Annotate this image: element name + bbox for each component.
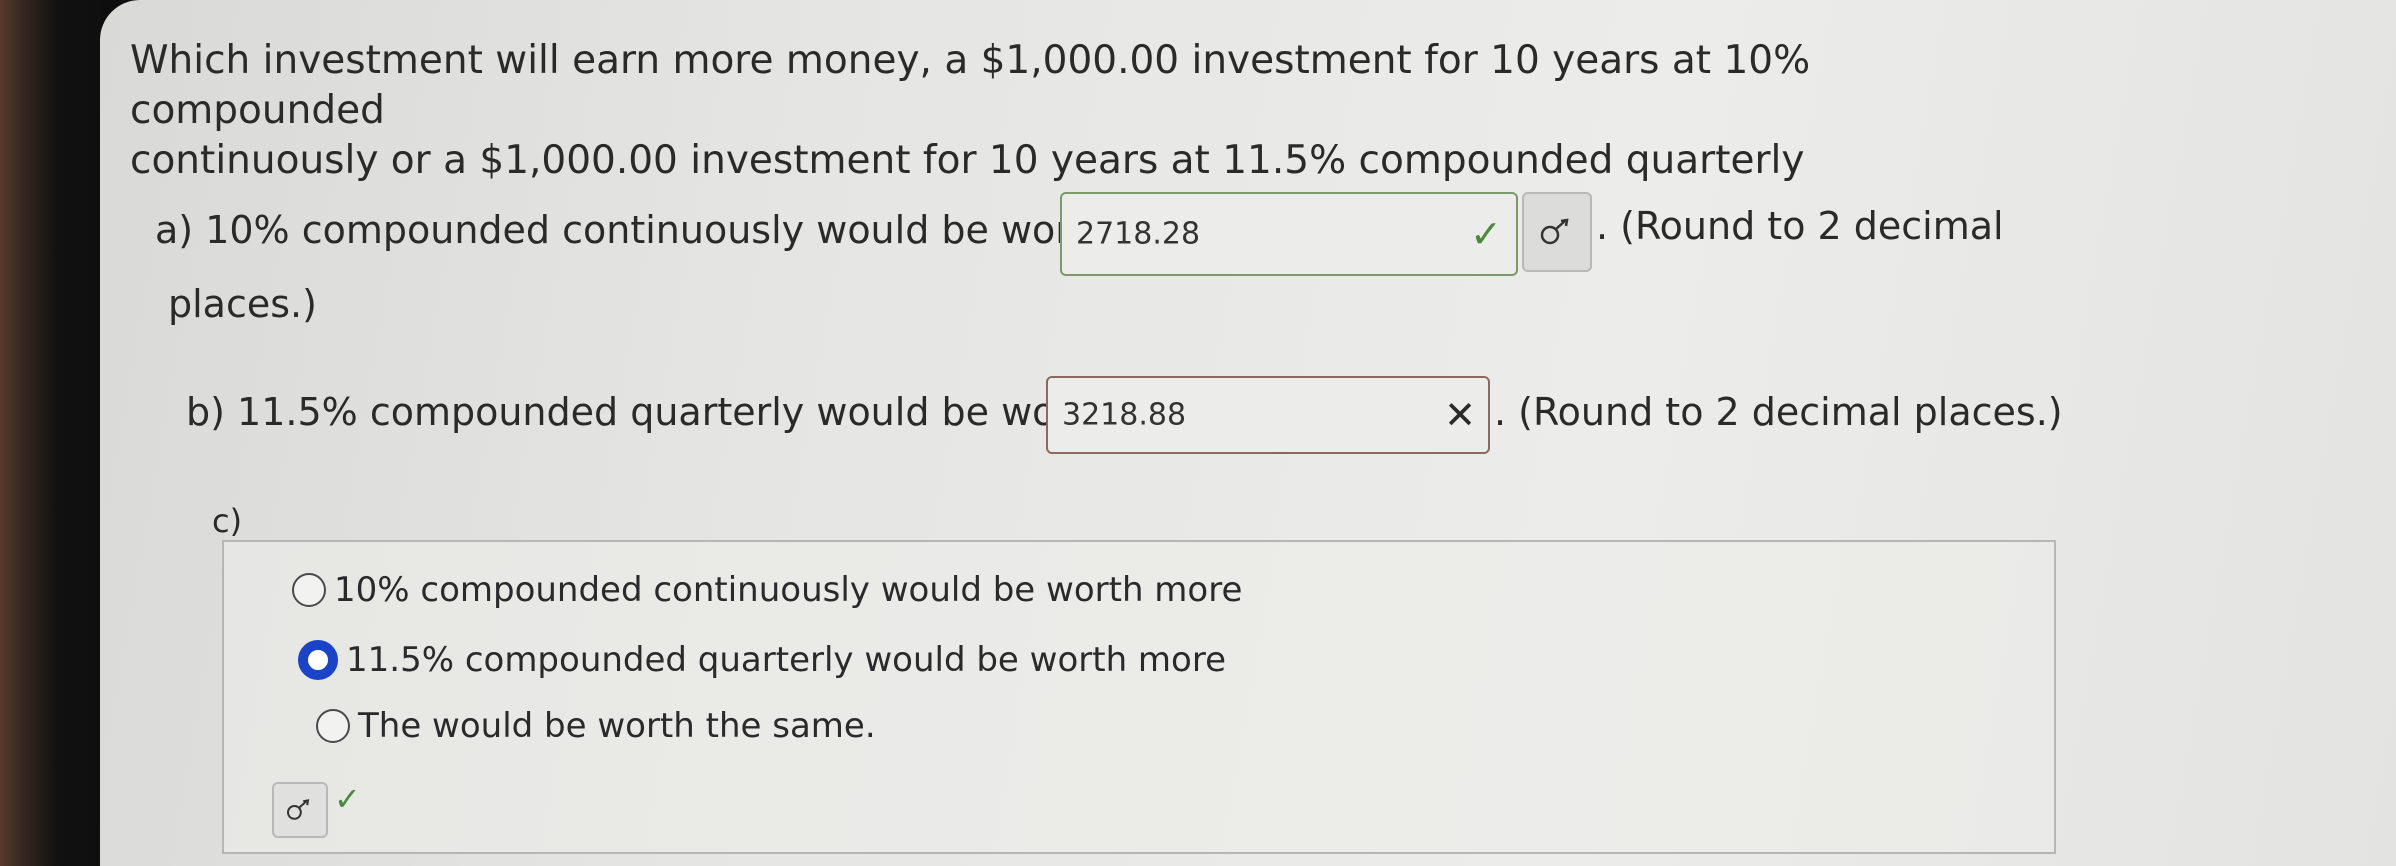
option-quarterly[interactable]: 11.5% compounded quarterly would be wort…: [298, 640, 1226, 680]
part-a-suffix: . (Round to 2 decimal: [1596, 204, 2004, 248]
cross-icon: ✕: [1444, 393, 1476, 437]
question-text: Which investment will earn more money, a…: [130, 36, 2030, 186]
check-icon: ✓: [1470, 212, 1502, 256]
part-a-suffix-line2: places.): [168, 282, 317, 326]
help-me-solve-icon: [1540, 218, 1569, 245]
question-line-2: continuously or a $1,000.00 investment f…: [130, 138, 1805, 183]
part-c-label: c): [212, 502, 243, 540]
radio-option-same[interactable]: [316, 709, 350, 743]
option-quarterly-label: 11.5% compounded quarterly would be wort…: [346, 640, 1226, 680]
part-a-answer-value: 2718.28: [1076, 216, 1201, 252]
part-b-suffix: . (Round to 2 decimal places.): [1494, 390, 2063, 434]
question-line-1: Which investment will earn more money, a…: [130, 38, 1811, 133]
option-same-label: The would be worth the same.: [358, 706, 876, 746]
radio-option-quarterly[interactable]: [298, 640, 338, 680]
option-continuous[interactable]: 10% compounded continuously would be wor…: [292, 570, 1242, 610]
help-me-solve-icon: [287, 799, 310, 820]
option-same[interactable]: The would be worth the same.: [316, 706, 876, 746]
radio-option-continuous[interactable]: [292, 573, 326, 607]
option-continuous-label: 10% compounded continuously would be wor…: [334, 570, 1243, 610]
part-b-prefix: b) 11.5% compounded quarterly would be w…: [186, 390, 1147, 434]
part-a-help-button[interactable]: [1522, 192, 1592, 272]
part-b-answer-field[interactable]: 3218.88 ✕: [1046, 376, 1490, 454]
check-icon: ✓: [334, 780, 361, 818]
part-a-prefix: a) 10% compounded continuously would be …: [155, 208, 1147, 252]
part-b-answer-value: 3218.88: [1062, 397, 1187, 433]
part-c-help-button[interactable]: [272, 782, 328, 838]
part-a-answer-field[interactable]: 2718.28 ✓: [1060, 192, 1518, 276]
